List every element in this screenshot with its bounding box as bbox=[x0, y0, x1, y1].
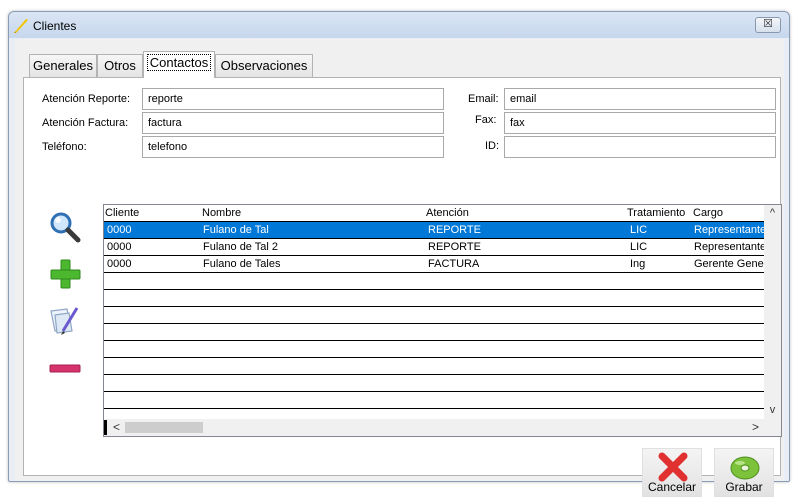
cell-atencion: REPORTE bbox=[428, 224, 481, 236]
contacts-table: Cliente Nombre Atención Tratamiento Carg… bbox=[103, 204, 782, 437]
vertical-scrollbar[interactable]: ^ v bbox=[764, 205, 781, 419]
cell-cliente: 0000 bbox=[107, 224, 132, 236]
empty-row bbox=[104, 290, 764, 307]
close-button[interactable]: ☒ bbox=[755, 17, 781, 33]
table-row[interactable]: 0000 Fulano de Tal REPORTE LIC Represent… bbox=[104, 222, 764, 239]
tab-generales[interactable]: Generales bbox=[29, 54, 97, 77]
cell-cliente: 0000 bbox=[107, 258, 132, 270]
column-header-cliente[interactable]: Cliente bbox=[105, 207, 139, 219]
fax-field[interactable]: fax bbox=[504, 112, 776, 134]
tab-label: Observaciones bbox=[220, 58, 308, 73]
column-header-cargo[interactable]: Cargo bbox=[693, 207, 723, 219]
cell-cliente: 0000 bbox=[107, 241, 132, 253]
column-header-atencion[interactable]: Atención bbox=[426, 207, 469, 219]
scroll-up-icon[interactable]: ^ bbox=[764, 205, 781, 222]
search-icon[interactable] bbox=[47, 209, 83, 245]
save-label: Grabar bbox=[725, 480, 763, 494]
cell-nombre: Fulano de Tal 2 bbox=[203, 241, 279, 253]
contactos-panel: Atención Reporte: reporte Atención Factu… bbox=[23, 77, 782, 497]
scroll-down-icon[interactable]: v bbox=[764, 402, 781, 419]
cell-tratamiento: Ing bbox=[630, 258, 646, 270]
atencion-factura-label: Atención Factura: bbox=[42, 117, 129, 129]
atencion-factura-field[interactable]: factura bbox=[142, 112, 444, 134]
cell-tratamiento: LIC bbox=[630, 224, 648, 236]
tab-otros[interactable]: Otros bbox=[97, 54, 143, 77]
tab-label: Generales bbox=[33, 58, 93, 73]
close-icon: ☒ bbox=[763, 18, 773, 30]
table-header: Cliente Nombre Atención Tratamiento Carg… bbox=[104, 205, 764, 222]
cell-tratamiento: LIC bbox=[630, 241, 648, 253]
scroll-corner bbox=[764, 419, 781, 436]
email-field[interactable]: email bbox=[504, 88, 776, 110]
scroll-left-icon[interactable]: < bbox=[108, 419, 125, 436]
empty-row bbox=[104, 392, 764, 409]
cancel-icon bbox=[658, 452, 688, 482]
tab-label: Otros bbox=[104, 58, 136, 73]
cell-atencion: REPORTE bbox=[428, 241, 481, 253]
table-row[interactable]: 0000 Fulano de Tales FACTURA Ing Gerente… bbox=[104, 256, 764, 273]
cell-atencion: FACTURA bbox=[428, 258, 480, 270]
horizontal-scroll-thumb[interactable] bbox=[125, 422, 203, 433]
empty-row bbox=[104, 273, 764, 290]
table-row[interactable]: 0000 Fulano de Tal 2 REPORTE LIC Represe… bbox=[104, 239, 764, 256]
cell-cargo: Representante bbox=[694, 224, 764, 236]
id-label: ID: bbox=[485, 140, 500, 152]
cancel-button[interactable]: Cancelar bbox=[642, 448, 702, 497]
cell-cargo: Representante bbox=[694, 241, 764, 253]
cell-nombre: Fulano de Tales bbox=[203, 258, 281, 270]
cell-cargo: Gerente General bbox=[694, 258, 764, 270]
tab-contactos[interactable]: Contactos bbox=[143, 51, 215, 78]
email-label: Email: bbox=[468, 93, 499, 105]
tab-observaciones[interactable]: Observaciones bbox=[215, 54, 313, 77]
telefono-field[interactable]: telefono bbox=[142, 136, 444, 158]
disc-save-icon bbox=[730, 456, 760, 480]
horizontal-scrollbar[interactable]: < > bbox=[104, 419, 764, 436]
app-icon bbox=[14, 19, 28, 33]
empty-row bbox=[104, 324, 764, 341]
cancel-label: Cancelar bbox=[647, 480, 697, 494]
save-button[interactable]: Grabar bbox=[714, 448, 774, 497]
clientes-window: Clientes ☒ Generales Otros Contactos Obs… bbox=[8, 11, 790, 497]
empty-row bbox=[104, 341, 764, 358]
scroll-right-icon[interactable]: > bbox=[747, 419, 764, 436]
scroll-marker bbox=[104, 420, 107, 435]
plus-icon[interactable] bbox=[47, 256, 83, 292]
atencion-reporte-field[interactable]: reporte bbox=[142, 88, 444, 110]
telefono-label: Teléfono: bbox=[42, 141, 87, 153]
atencion-reporte-label: Atención Reporte: bbox=[42, 93, 131, 105]
window-title: Clientes bbox=[33, 19, 77, 33]
empty-row bbox=[104, 358, 764, 375]
empty-row bbox=[104, 375, 764, 392]
id-field[interactable] bbox=[504, 136, 776, 158]
edit-document-icon[interactable] bbox=[47, 303, 83, 339]
tab-label: Contactos bbox=[146, 54, 212, 71]
column-header-tratamiento[interactable]: Tratamiento bbox=[627, 207, 685, 219]
cell-nombre: Fulano de Tal bbox=[203, 224, 269, 236]
window-content: Generales Otros Contactos Observaciones … bbox=[15, 39, 784, 497]
fax-label: Fax: bbox=[475, 114, 497, 126]
minus-icon[interactable] bbox=[47, 350, 83, 386]
column-header-nombre[interactable]: Nombre bbox=[202, 207, 241, 219]
empty-row bbox=[104, 307, 764, 324]
title-bar[interactable]: Clientes ☒ bbox=[9, 12, 789, 38]
